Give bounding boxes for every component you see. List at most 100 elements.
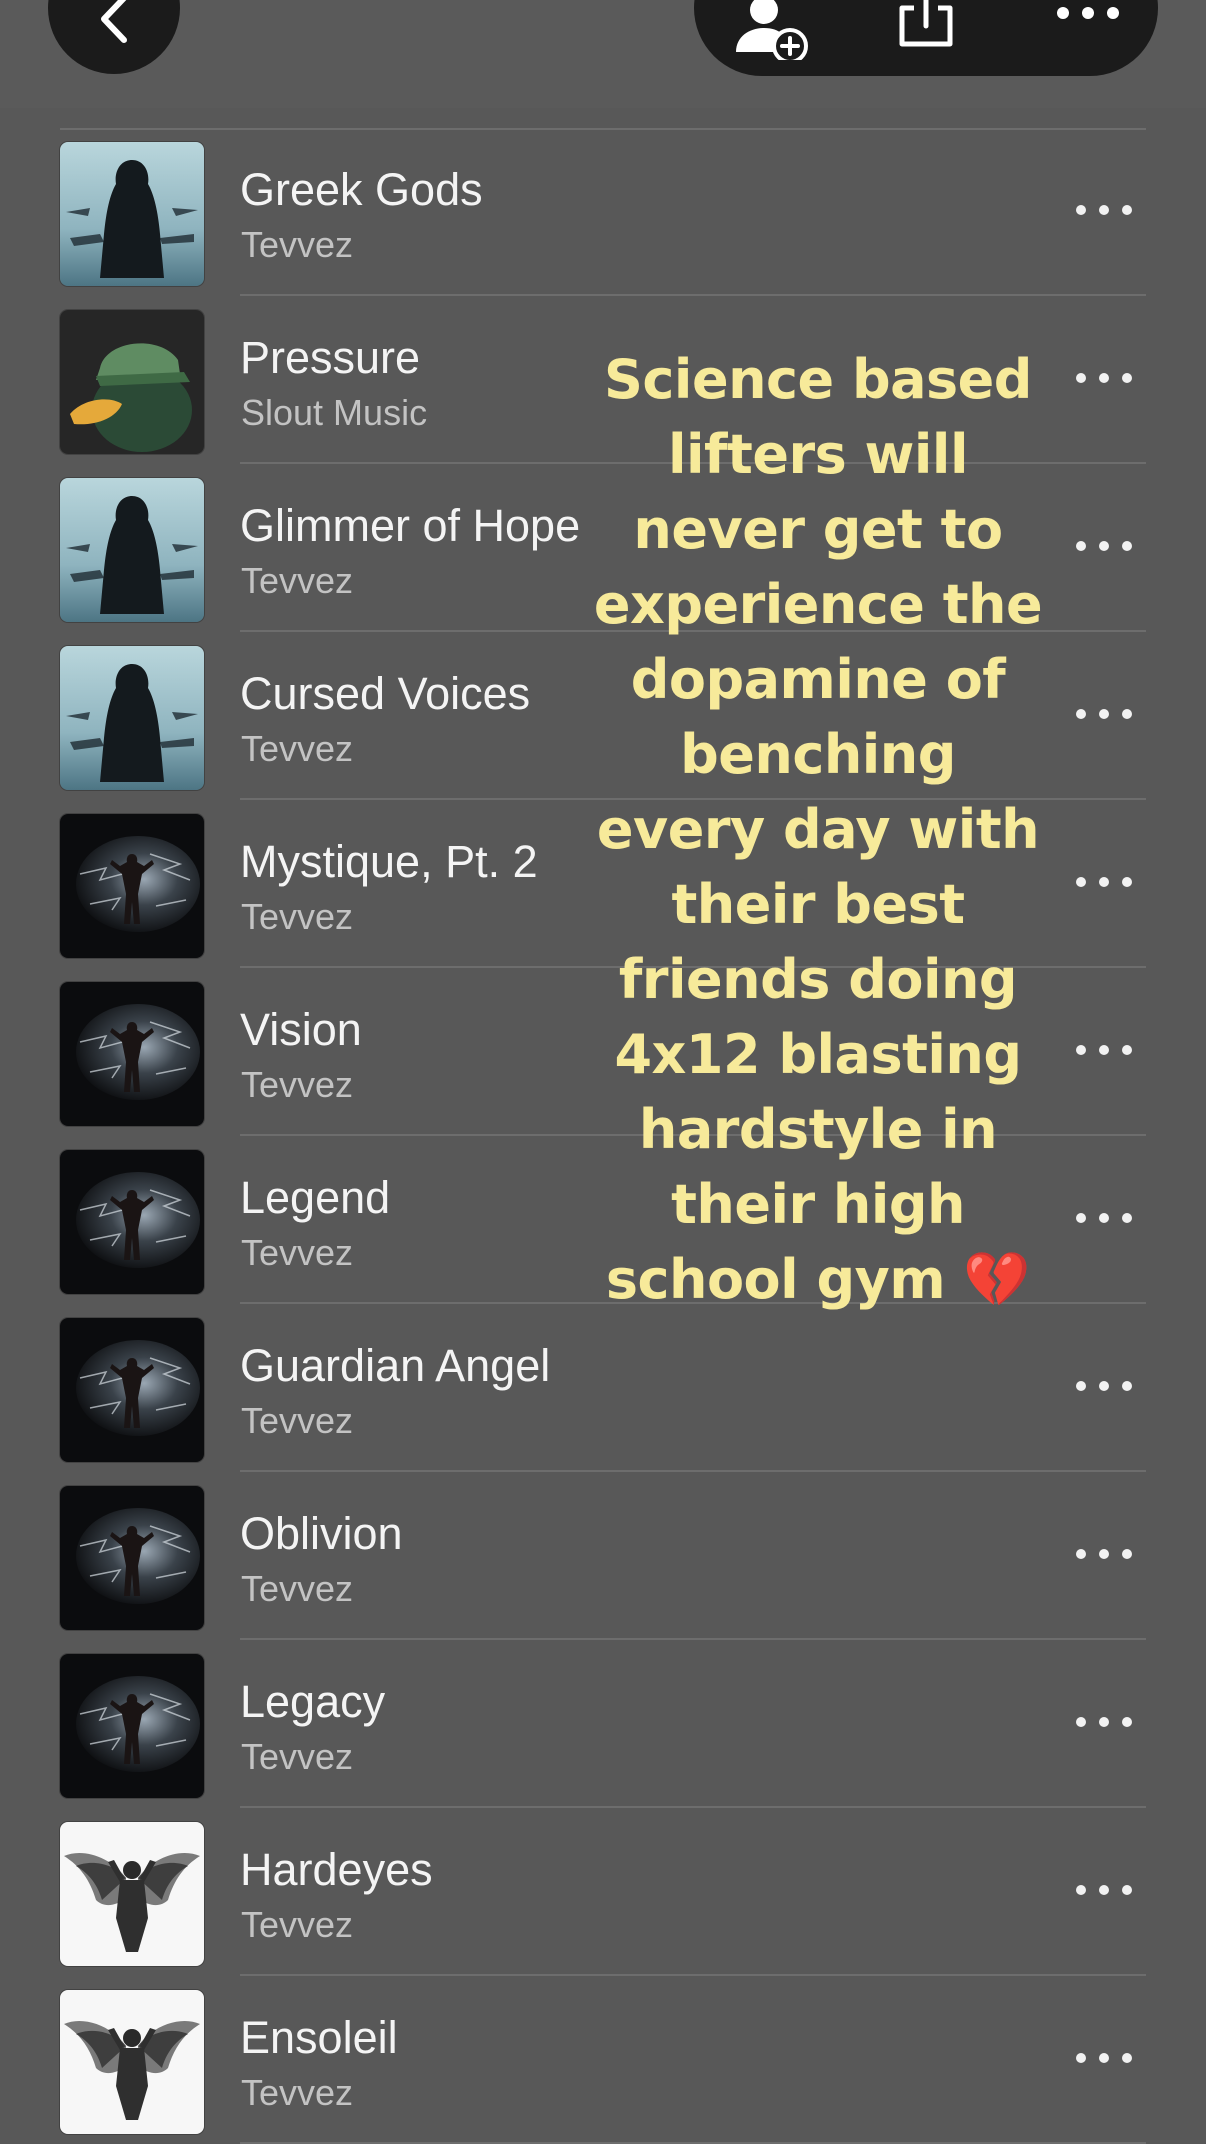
album-art [60,478,204,622]
track-row[interactable]: Hardeyes Tevvez [0,1808,1206,1976]
more-dot [1076,1717,1086,1727]
track-more-button[interactable] [1076,872,1132,892]
more-dot [1099,541,1109,551]
add-collaborator-button[interactable] [732,0,812,60]
track-more-button[interactable] [1076,368,1132,388]
album-art [60,814,204,958]
track-more-button[interactable] [1076,536,1132,556]
track-artist: Tevvez [241,896,354,937]
more-dot [1076,1045,1086,1055]
more-dot [1076,877,1086,887]
add-person-icon [736,0,808,60]
more-dot [1076,1549,1086,1559]
overlay-caption: Science based lifters will never get to … [593,348,1043,1311]
more-dot [1099,1045,1109,1055]
track-row[interactable]: Oblivion Tevvez [0,1472,1206,1640]
more-dot [1099,1549,1109,1559]
share-icon [899,0,953,47]
track-title: Hardeyes [240,1844,433,1895]
track-artist: Tevvez [241,1904,354,1945]
lightning-figure-art [60,814,204,958]
more-horizontal-icon [1057,7,1119,19]
lightning-figure-art [60,1654,204,1798]
track-title: Pressure [240,332,421,383]
track-artist: Tevvez [241,2072,354,2113]
album-art [60,1318,204,1462]
more-dot [1122,1381,1132,1391]
more-dot [1099,373,1109,383]
track-artist: Tevvez [241,560,354,601]
more-options-button[interactable] [1056,6,1120,20]
track-row[interactable]: Guardian Angel Tevvez [0,1304,1206,1472]
more-dot [1099,709,1109,719]
album-art [60,982,204,1126]
track-title: Mystique, Pt. 2 [240,836,538,887]
chevron-left-icon [101,0,127,43]
more-dot [1122,877,1132,887]
track-more-button[interactable] [1076,1208,1132,1228]
track-more-button[interactable] [1076,1376,1132,1396]
more-dot [1122,1885,1132,1895]
track-title: Greek Gods [240,164,483,215]
album-art [60,310,204,454]
more-dot [1122,1045,1132,1055]
track-title: Ensoleil [240,2012,398,2063]
track-more-button[interactable] [1076,1712,1132,1732]
more-dot [1076,373,1086,383]
track-artist: Tevvez [241,224,354,265]
track-more-button[interactable] [1076,1544,1132,1564]
more-dot [1076,1885,1086,1895]
share-button[interactable] [894,0,958,50]
winged-figure-art [60,1822,204,1966]
more-dot [1122,205,1132,215]
more-dot [1076,2053,1086,2063]
track-title: Legacy [240,1676,386,1727]
lightning-figure-art [60,1318,204,1462]
more-dot [1122,1549,1132,1559]
track-more-button[interactable] [1076,1040,1132,1060]
more-dot [1076,205,1086,215]
album-art [60,1150,204,1294]
track-row[interactable]: Ensoleil Tevvez [0,1976,1206,2144]
more-dot [1099,1717,1109,1727]
more-dot [1076,1213,1086,1223]
hooded-figure-art [60,478,204,622]
more-dot [1076,709,1086,719]
lightning-figure-art [60,1486,204,1630]
album-art [60,1486,204,1630]
track-title: Cursed Voices [240,668,531,719]
track-title: Legend [240,1172,391,1223]
album-art [60,646,204,790]
more-dot [1099,205,1109,215]
top-bar [0,0,1206,108]
hooded-figure-art [60,646,204,790]
duck-cap-art [60,310,204,454]
album-art [60,1654,204,1798]
more-dot [1122,709,1132,719]
track-row[interactable]: Legacy Tevvez [0,1640,1206,1808]
track-artist: Slout Music [241,392,428,433]
hooded-figure-art [60,142,204,286]
track-more-button[interactable] [1076,1880,1132,1900]
lightning-figure-art [60,982,204,1126]
more-dot [1076,1381,1086,1391]
track-more-button[interactable] [1076,704,1132,724]
more-dot [1122,373,1132,383]
more-dot [1122,1717,1132,1727]
action-pill [694,0,1158,76]
track-more-button[interactable] [1076,200,1132,220]
track-row[interactable]: Greek Gods Tevvez [0,128,1206,296]
winged-figure-art [60,1990,204,2134]
more-dot [1122,2053,1132,2063]
track-artist: Tevvez [241,1232,354,1273]
track-artist: Tevvez [241,1400,354,1441]
more-dot [1099,1381,1109,1391]
more-dot [1122,1213,1132,1223]
track-title: Guardian Angel [240,1340,551,1391]
lightning-figure-art [60,1150,204,1294]
track-title: Vision [240,1004,362,1055]
more-dot [1076,541,1086,551]
track-artist: Tevvez [241,728,354,769]
track-more-button[interactable] [1076,2048,1132,2068]
back-button[interactable] [48,0,180,74]
